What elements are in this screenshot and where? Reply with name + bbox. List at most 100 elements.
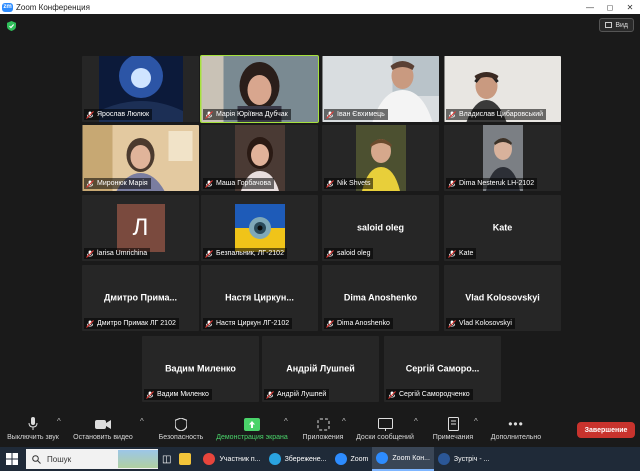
share-screen-label: Демонстрация экрана (216, 434, 288, 441)
participant-tile[interactable]: Андрій Лушпей Андрій Лушпей (262, 336, 379, 402)
participant-tile[interactable]: Лlarisa Umrichina (82, 195, 199, 261)
participant-name-label: saloid oleg (324, 248, 374, 259)
apps-options-chevron-icon[interactable]: ^ (342, 417, 346, 426)
notes-label: Примечания (432, 434, 474, 441)
notes-button[interactable]: Примечания (426, 416, 480, 446)
participant-name: Дмитро Примак ЛГ 2102 (97, 320, 176, 327)
participant-display-name: Vlad Kolosovskyi (465, 292, 540, 303)
app-icon (334, 453, 347, 465)
muted-mic-icon (266, 390, 274, 399)
participant-name: Маша Горбачова (216, 180, 272, 187)
taskbar-app-button[interactable]: Zoom (331, 447, 373, 471)
notes-icon (447, 417, 459, 431)
app-icon (376, 452, 389, 464)
muted-mic-icon (326, 249, 334, 258)
meeting-toolbar: Выключить звук ^ Остановить видео ^ Безо… (0, 413, 640, 447)
participant-tile[interactable]: Іван Євхимець (322, 56, 439, 122)
security-button[interactable]: Безопасность (156, 416, 206, 446)
maximize-icon[interactable]: ◻ (600, 0, 620, 14)
audio-options-chevron-icon[interactable]: ^ (57, 417, 61, 426)
participant-tile[interactable]: Дмитро Прима... Дмитро Примак ЛГ 2102 (82, 265, 199, 331)
participant-tile[interactable]: Маша Горбачова (201, 125, 318, 191)
muted-mic-icon (326, 179, 334, 188)
participant-tile[interactable]: Безпальник, ЛГ-2102 (201, 195, 318, 261)
participant-display-name: Сергій Саморо... (405, 363, 480, 374)
participant-name-label: Андрій Лушпей (264, 389, 330, 400)
mute-button[interactable]: Выключить звук (4, 416, 62, 446)
participant-display-name: Dima Anoshenko (343, 292, 418, 303)
whiteboard-icon (377, 417, 393, 431)
window-controls: — ◻ ✕ (580, 0, 640, 14)
participant-name: Марія Юріївна Дубчак (216, 111, 288, 118)
security-shield-icon[interactable] (7, 21, 16, 31)
participant-name: Ярослав Люлюк (97, 111, 150, 118)
window-title: Zoom Конференция (16, 2, 90, 12)
participant-name: Vlad Kolosovskyi (459, 320, 512, 327)
participant-display-name: Kate (492, 222, 513, 233)
participant-display-name: Андрій Лушпей (286, 363, 355, 374)
taskbar-app-button[interactable]: Збережене... (265, 447, 331, 471)
apps-icon (317, 418, 329, 430)
video-options-chevron-icon[interactable]: ^ (140, 417, 144, 426)
share-screen-button[interactable]: Демонстрация экрана (212, 416, 292, 446)
meeting-area: Вид Ярослав Люлюк Марія Юріївна Дубчак Іва… (0, 14, 640, 413)
more-label: Дополнительно (490, 434, 542, 441)
participant-name-label: Vlad Kolosovskyi (446, 318, 515, 329)
end-meeting-button[interactable]: Завершение (577, 422, 635, 438)
minimize-icon[interactable]: — (580, 0, 600, 14)
muted-mic-icon (86, 179, 94, 188)
participant-tile[interactable]: Kate Kate (444, 195, 561, 261)
participant-tile[interactable]: Настя Циркун... Настя Циркун ЛГ-2102 (201, 265, 318, 331)
participant-tile[interactable]: Dima Nesteruk LH-2102 (444, 125, 561, 191)
participant-tile[interactable]: Миронюк Марія (82, 125, 199, 191)
shield-icon (175, 417, 187, 431)
close-icon[interactable]: ✕ (620, 0, 640, 14)
muted-mic-icon (388, 390, 396, 399)
muted-mic-icon (448, 249, 456, 258)
participant-name-label: Сергій Самородченко (386, 389, 473, 400)
participant-tile[interactable]: Сергій Саморо... Сергій Самородченко (384, 336, 501, 402)
participant-name: Dima Anoshenko (337, 320, 390, 327)
participant-display-name: saloid oleg (356, 222, 404, 233)
participant-display-name: Дмитро Прима... (103, 292, 178, 303)
participant-display-name: Вадим Миленко (165, 363, 236, 374)
participant-name-label: Вадим Миленко (144, 389, 212, 400)
participant-tile[interactable]: Владислав Цибаровський (444, 56, 561, 122)
participant-name-label: Kate (446, 248, 477, 259)
participant-tile[interactable]: Vlad Kolosovskyi Vlad Kolosovskyi (444, 265, 561, 331)
muted-mic-icon (86, 110, 94, 119)
muted-mic-icon (326, 110, 334, 119)
apps-label: Приложения (302, 434, 344, 441)
windows-start-button[interactable] (0, 447, 24, 471)
taskbar-app-button[interactable]: Zoom Кон... (372, 447, 434, 471)
participant-name: larisa Umrichina (97, 250, 148, 257)
taskbar-app-button[interactable]: Зустріч - ... (434, 447, 494, 471)
taskbar-app-button[interactable]: Участник п... (199, 447, 264, 471)
more-dots-icon: ••• (508, 417, 524, 431)
share-options-chevron-icon[interactable]: ^ (284, 417, 288, 426)
taskbar-search-input[interactable]: Пошук (26, 449, 158, 469)
zoom-logo-icon: zm (2, 2, 13, 12)
share-screen-icon (244, 417, 260, 431)
participant-tile[interactable]: Nik Shvets (322, 125, 439, 191)
profile-picture (234, 204, 285, 252)
participant-tile[interactable]: Вадим Миленко Вадим Миленко (142, 336, 259, 402)
participant-tile[interactable]: Ярослав Люлюк (82, 56, 199, 122)
whiteboard-options-chevron-icon[interactable]: ^ (414, 417, 418, 426)
more-button[interactable]: ••• Дополнительно (484, 416, 548, 446)
whiteboard-button[interactable]: Доски сообщений (352, 416, 418, 446)
avatar: Л (116, 204, 165, 252)
participant-name-label: Ярослав Люлюк (84, 109, 153, 120)
view-label: Вид (615, 21, 628, 29)
participant-tile[interactable]: Dima Anoshenko Dima Anoshenko (322, 265, 439, 331)
zoom-window: zm Zoom Конференция — ◻ ✕ Вид Ярослав Лю… (0, 0, 640, 471)
participant-tile[interactable]: saloid oleg saloid oleg (322, 195, 439, 261)
view-button[interactable]: Вид (599, 18, 634, 32)
file-explorer-icon[interactable] (175, 447, 199, 471)
participant-tile[interactable]: Марія Юріївна Дубчак (200, 55, 319, 123)
apps-button[interactable]: Приложения (298, 416, 348, 446)
notes-options-chevron-icon[interactable]: ^ (474, 417, 478, 426)
task-view-icon[interactable]: ◫ (158, 447, 175, 471)
app-icon (268, 453, 281, 465)
stop-video-button[interactable]: Остановить видео (70, 416, 136, 446)
